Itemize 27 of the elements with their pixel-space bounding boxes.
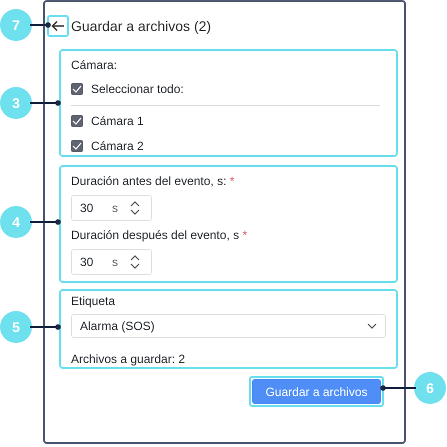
select-all-checkbox[interactable]: Seleccionar todo: <box>71 81 184 97</box>
number-input[interactable]: 30 s <box>71 249 152 275</box>
field-label: Etiqueta <box>71 293 116 309</box>
files-count-text: Archivos a guardar: 2 <box>71 351 186 367</box>
stepper-icon[interactable] <box>130 254 140 270</box>
field-label: Duración después del evento, s * <box>71 227 248 243</box>
field-label: Duración antes del evento, s: * <box>71 173 234 189</box>
chevron-down-icon <box>367 323 377 329</box>
callout-number: 7 <box>0 9 32 41</box>
back-arrow-icon <box>51 20 65 32</box>
callout-number: 6 <box>414 372 446 404</box>
stepper-icon[interactable] <box>130 200 140 216</box>
leader-line <box>380 385 416 391</box>
leader-line <box>30 324 61 330</box>
section-label: Cámara: <box>71 57 118 73</box>
camera-checkbox[interactable]: Cámara 1 <box>71 113 144 129</box>
callout-number: 3 <box>0 87 32 119</box>
leader-line <box>30 22 51 28</box>
number-input[interactable]: 30 s <box>71 195 152 221</box>
callout-number: 5 <box>0 311 32 343</box>
leader-line <box>30 100 61 106</box>
tag-dropdown[interactable]: Alarma (SOS) <box>71 314 386 338</box>
camera-checkbox[interactable]: Cámara 2 <box>71 138 144 154</box>
callout-number: 4 <box>0 206 32 238</box>
leader-line <box>30 219 61 225</box>
dialog-title: Guardar a archivos (2) <box>71 18 212 34</box>
back-button[interactable] <box>47 15 69 37</box>
